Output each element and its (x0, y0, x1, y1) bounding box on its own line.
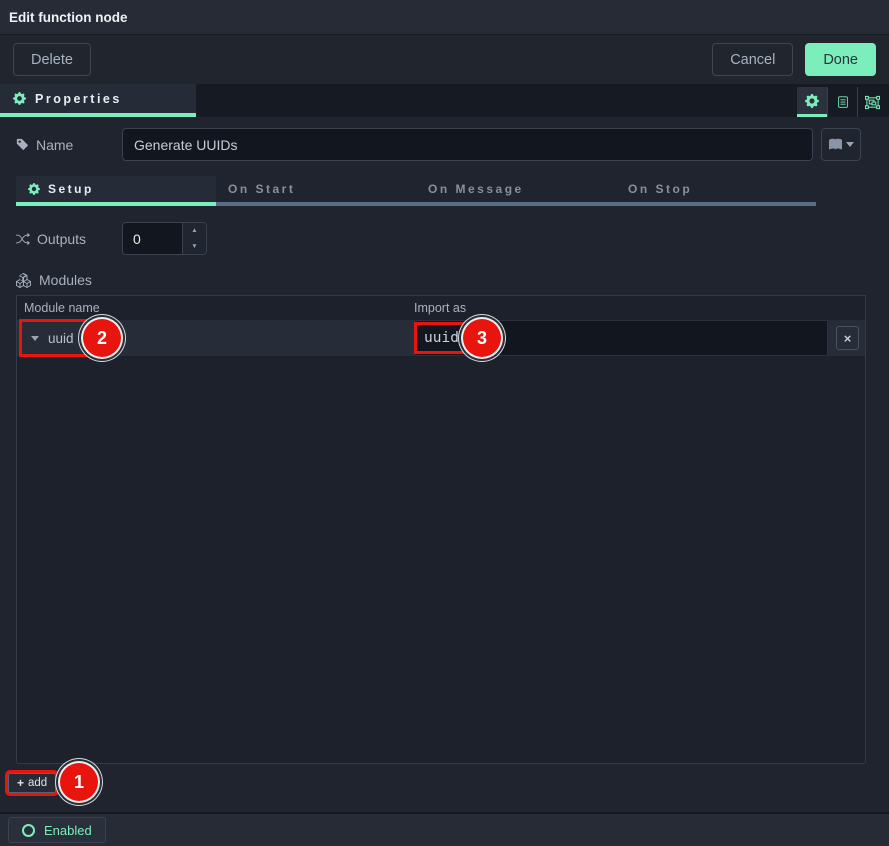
library-button[interactable] (821, 128, 861, 161)
editor-side-tabs (797, 87, 887, 117)
spinner-up-button[interactable]: ▲ (183, 223, 206, 239)
enabled-toggle-button[interactable]: Enabled (8, 817, 106, 843)
tab-on-message-label: On Message (428, 182, 524, 196)
dialog-buttonbar: Delete Cancel Done (0, 35, 889, 84)
tab-on-stop[interactable]: On Stop (616, 176, 816, 206)
tab-properties-icon-button[interactable] (797, 87, 827, 117)
gear-icon (28, 183, 40, 195)
tag-icon (16, 138, 29, 151)
dialog-footer: Enabled (0, 812, 889, 846)
delete-button[interactable]: Delete (13, 43, 91, 76)
column-import-as: Import as (414, 301, 865, 315)
plus-icon: + (17, 776, 24, 790)
name-row: Name Generate UUIDs (16, 128, 861, 161)
enabled-label: Enabled (44, 823, 92, 838)
module-name-cell: uuid 2 (17, 320, 414, 356)
file-text-icon (836, 95, 850, 109)
tab-on-start[interactable]: On Start (216, 176, 416, 206)
circle-icon (22, 824, 35, 837)
add-module-button[interactable]: + add (8, 773, 56, 793)
object-group-icon (865, 95, 880, 110)
annotation-circle-3: 3 (463, 319, 501, 357)
modules-table: Module name Import as uuid 2 uuid 3 × (16, 295, 866, 764)
spinner-down-button[interactable]: ▼ (183, 239, 206, 255)
outputs-label: Outputs (16, 231, 122, 247)
import-as-cell: uuid 3 × (414, 320, 865, 356)
cubes-icon (16, 273, 31, 288)
add-button-label: add (28, 777, 47, 789)
outputs-spinner-buttons: ▲ ▼ (182, 223, 206, 254)
close-icon: × (844, 331, 852, 346)
gear-icon (13, 92, 26, 105)
import-as-input[interactable]: uuid 3 (414, 320, 828, 356)
outputs-row: Outputs 0 ▲ ▼ (16, 222, 873, 255)
modules-table-empty-area (17, 357, 865, 763)
name-label: Name (16, 137, 122, 153)
outputs-spinner[interactable]: 0 ▲ ▼ (122, 222, 207, 255)
properties-panel: Name Generate UUIDs Setup On Start On Me… (0, 128, 889, 823)
module-name-value: uuid (48, 331, 74, 346)
remove-module-button[interactable]: × (836, 326, 859, 350)
triangle-up-icon: ▲ (191, 227, 197, 234)
tab-properties[interactable]: Properties (0, 84, 196, 117)
outputs-value[interactable]: 0 (123, 223, 182, 254)
tab-setup-label: Setup (48, 182, 94, 196)
annotation-circle-2: 2 (83, 319, 121, 357)
gear-icon (805, 94, 819, 108)
modules-label-text: Modules (39, 272, 92, 288)
name-input[interactable]: Generate UUIDs (122, 128, 813, 161)
add-row: + add 1 (8, 770, 873, 800)
outputs-label-text: Outputs (37, 231, 86, 247)
chevron-down-icon (31, 336, 39, 341)
module-row: uuid 2 uuid 3 × (17, 319, 865, 357)
tab-appearance-button[interactable] (857, 87, 887, 117)
annotation-circle-1: 1 (60, 763, 98, 801)
tab-properties-label: Properties (35, 92, 122, 106)
book-icon (829, 138, 842, 151)
dialog-title: Edit function node (9, 10, 127, 25)
name-label-text: Name (36, 137, 73, 153)
done-button[interactable]: Done (805, 43, 876, 76)
chevron-down-icon (846, 142, 854, 147)
cancel-button[interactable]: Cancel (712, 43, 793, 76)
modules-label: Modules (16, 272, 873, 288)
column-module-name: Module name (17, 301, 414, 315)
modules-table-header: Module name Import as (17, 296, 865, 319)
shuffle-icon (16, 232, 30, 246)
tab-on-message[interactable]: On Message (416, 176, 616, 206)
panel-tab-row: Properties (0, 84, 889, 117)
dialog-titlebar: Edit function node (0, 0, 889, 35)
tab-on-start-label: On Start (228, 182, 295, 196)
triangle-down-icon: ▼ (191, 243, 197, 250)
tab-setup[interactable]: Setup (16, 176, 216, 206)
function-editor-tabs: Setup On Start On Message On Stop (16, 176, 816, 206)
module-name-dropdown[interactable]: uuid (22, 322, 86, 354)
tab-description-button[interactable] (827, 87, 857, 117)
import-as-value: uuid (417, 325, 466, 351)
name-input-value: Generate UUIDs (134, 137, 237, 153)
tab-on-stop-label: On Stop (628, 182, 692, 196)
